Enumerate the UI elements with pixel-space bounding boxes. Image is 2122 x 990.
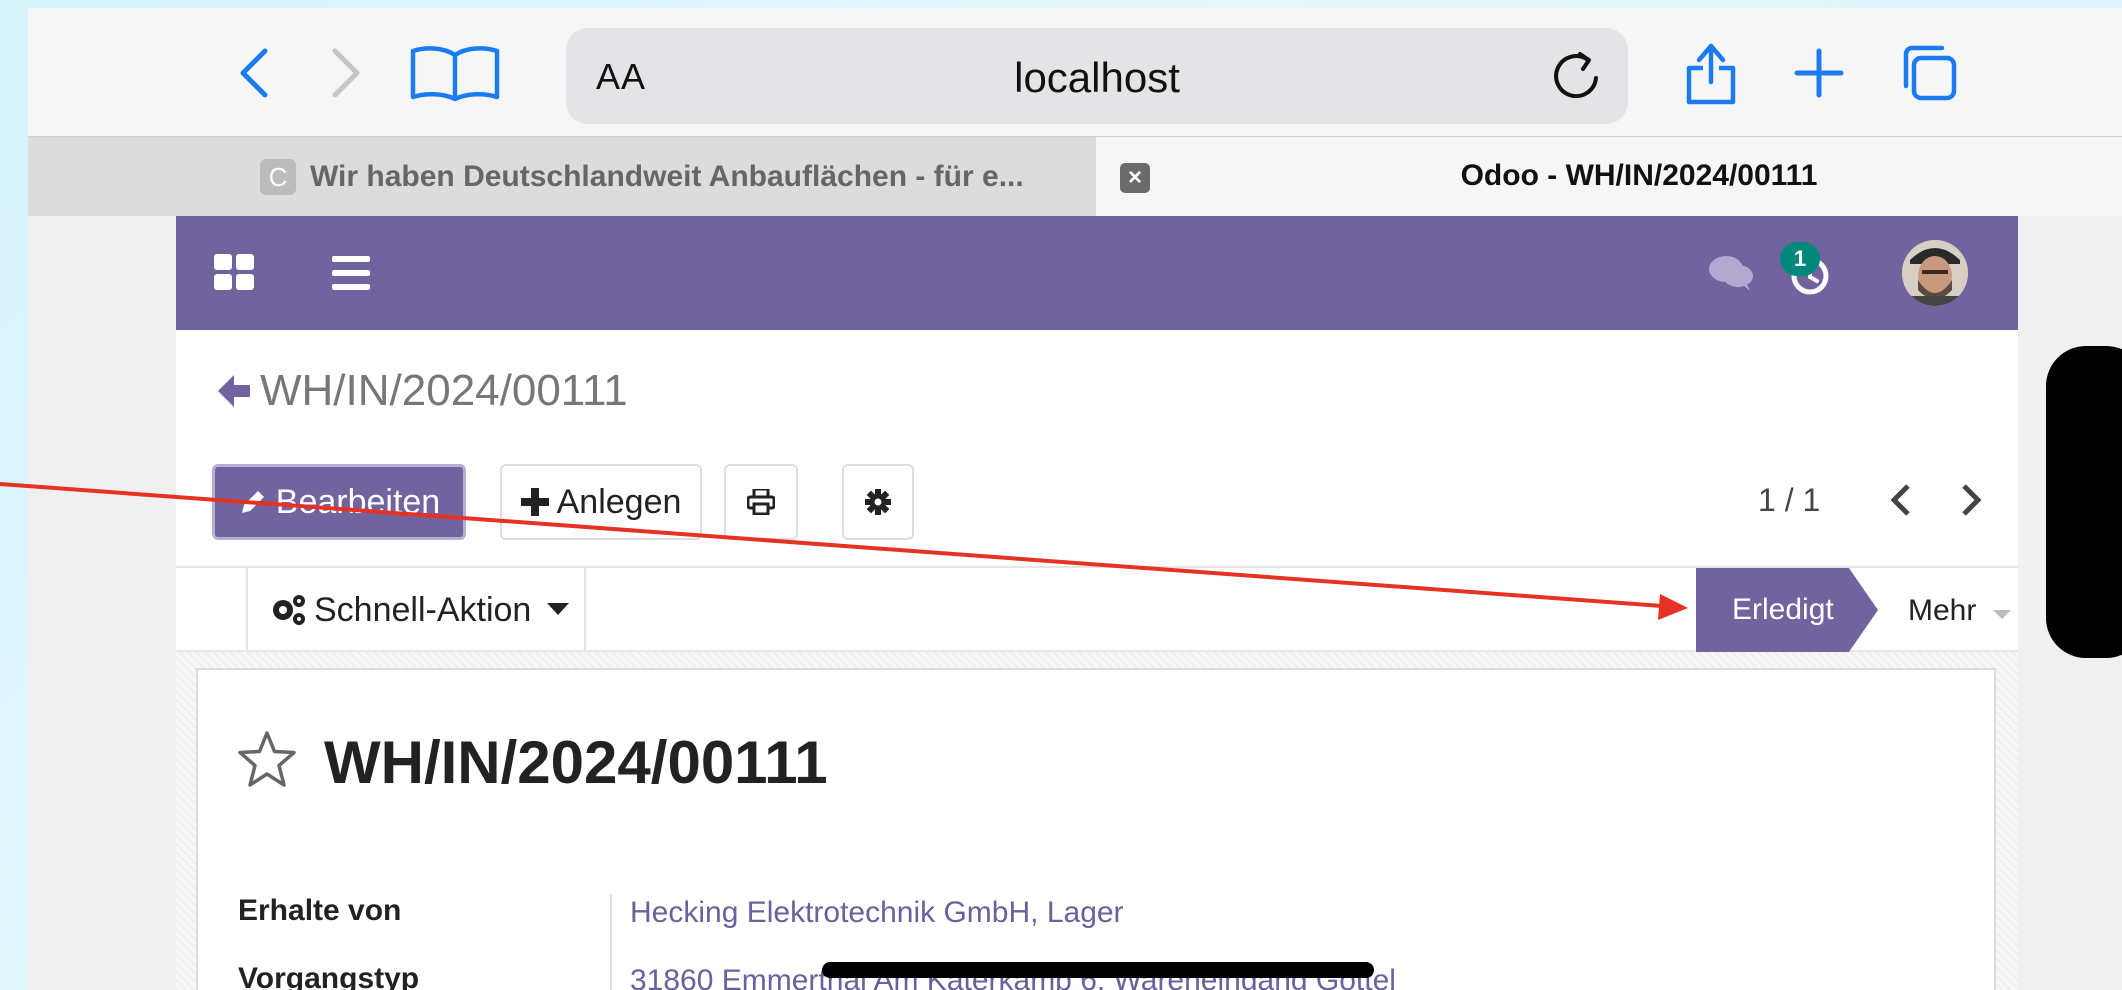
chevron-left-icon xyxy=(1890,484,1910,516)
arrow-left-icon xyxy=(218,375,250,407)
favorite-star-button[interactable] xyxy=(236,730,298,793)
tab-title: Odoo - WH/IN/2024/00111 xyxy=(1460,159,1818,192)
printer-icon xyxy=(747,489,775,515)
hamburger-menu-button[interactable] xyxy=(332,254,372,297)
record-name: WH/IN/2024/00111 xyxy=(324,729,828,796)
breadcrumb-title: WH/IN/2024/00111 xyxy=(260,366,628,415)
bookmarks-button[interactable] xyxy=(400,38,510,108)
reload-icon xyxy=(1554,52,1598,99)
form-sheet: WH/IN/2024/00111 Erhalte von Hecking Ele… xyxy=(196,668,1996,990)
quick-action-dropdown[interactable]: Schnell-Aktion xyxy=(246,568,586,652)
side-overlay-handle xyxy=(2046,346,2122,658)
pencil-icon xyxy=(241,491,264,513)
more-label: Mehr xyxy=(1908,594,1977,627)
field-label-partner: Erhalte von xyxy=(238,894,402,927)
page-margin-left xyxy=(28,216,176,990)
chevron-right-icon xyxy=(1962,484,1982,516)
caret-down-icon xyxy=(1992,610,2011,619)
book-icon xyxy=(410,46,500,102)
quick-action-label: Schnell-Aktion xyxy=(314,590,532,629)
field-value-partner-link[interactable]: Hecking Elektrotechnik GmbH, Lager xyxy=(630,896,1124,930)
gears-icon xyxy=(273,595,305,625)
apps-menu-button[interactable] xyxy=(214,254,256,297)
user-avatar[interactable] xyxy=(1902,240,1968,306)
address-bar[interactable]: AA localhost xyxy=(566,28,1628,124)
new-tab-button[interactable] xyxy=(1784,38,1854,108)
status-more-dropdown[interactable]: Mehr xyxy=(1908,594,2011,628)
breadcrumb[interactable]: WH/IN/2024/00111 xyxy=(216,366,628,416)
edit-button-label: Bearbeiten xyxy=(275,482,441,521)
edit-button[interactable]: Bearbeiten xyxy=(212,464,466,540)
stage-label: Erledigt xyxy=(1732,593,1834,626)
plus-icon xyxy=(520,488,549,516)
apps-grid-icon xyxy=(214,254,254,290)
chevron-right-icon xyxy=(332,48,360,98)
messages-button[interactable] xyxy=(1708,254,1754,297)
caret-down-icon xyxy=(547,603,570,615)
pager-next-button[interactable] xyxy=(1958,482,1984,523)
plus-icon xyxy=(1794,48,1844,98)
home-indicator xyxy=(822,962,1374,978)
tabs-icon xyxy=(1903,45,1957,101)
user-photo-icon xyxy=(1902,240,1968,306)
chevron-left-icon xyxy=(240,48,268,98)
create-button[interactable]: Anlegen xyxy=(500,464,702,540)
forward-button[interactable] xyxy=(310,38,380,108)
browser-tab-strip: C Wir haben Deutschlandweit Anbauflächen… xyxy=(28,136,2122,217)
browser-window: AA localhost C Wir haben Deutschlandweit… xyxy=(28,8,2122,990)
statusbar: Schnell-Aktion Erledigt Mehr xyxy=(176,566,2018,652)
main-navbar: 1 xyxy=(176,216,2018,330)
tab-inactive[interactable]: C Wir haben Deutschlandweit Anbauflächen… xyxy=(28,137,1096,217)
tab-overview-button[interactable] xyxy=(1894,38,1964,108)
pager-previous-button[interactable] xyxy=(1888,482,1914,523)
share-button[interactable] xyxy=(1676,38,1746,108)
chat-icon xyxy=(1709,256,1753,291)
tab-title: Wir haben Deutschlandweit Anbauflächen -… xyxy=(310,160,1024,193)
tab-active[interactable]: × Odoo - WH/IN/2024/00111 xyxy=(1096,137,2122,217)
address-text: localhost xyxy=(1014,54,1180,101)
print-button[interactable] xyxy=(724,464,798,540)
status-stage-done[interactable]: Erledigt xyxy=(1696,568,1878,652)
hamburger-icon xyxy=(332,256,370,290)
share-icon xyxy=(1686,43,1736,105)
reload-button[interactable] xyxy=(1548,48,1604,109)
browser-toolbar: AA localhost xyxy=(28,8,2122,136)
tab-favicon: C xyxy=(260,159,296,195)
pager-value[interactable]: 1 / 1 xyxy=(1758,482,1820,519)
field-separator xyxy=(610,894,612,990)
odoo-app: 1 WH/IN/2024/00111 Bearbeiten Anlegen 1 … xyxy=(176,216,2018,990)
activity-count-badge: 1 xyxy=(1780,242,1820,276)
gear-icon xyxy=(865,489,891,515)
create-button-label: Anlegen xyxy=(556,482,682,521)
field-label-operation-type: Vorgangstyp xyxy=(238,962,420,990)
actions-gear-button[interactable] xyxy=(842,464,914,540)
star-icon xyxy=(238,731,296,787)
back-button[interactable] xyxy=(220,38,290,108)
